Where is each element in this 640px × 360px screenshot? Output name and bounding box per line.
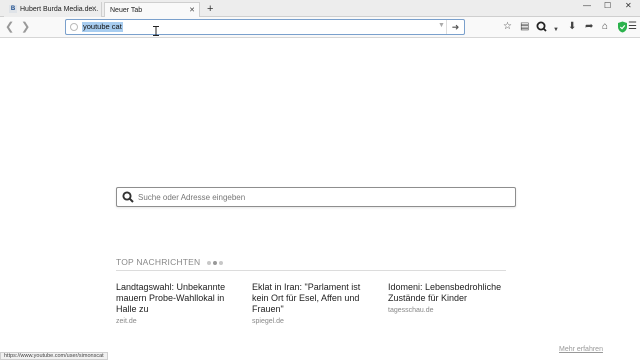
news-item[interactable]: Idomeni: Lebensbedrohliche Zustände für … (388, 282, 508, 314)
news-divider (116, 270, 506, 271)
news-item[interactable]: Eklat in Iran: "Parlament ist kein Ort f… (252, 282, 372, 325)
download-icon[interactable]: ⬇ (568, 21, 576, 33)
pager-dot[interactable] (219, 261, 223, 265)
forward-icon[interactable]: ❯ (21, 20, 30, 34)
close-tab-icon[interactable]: ✕ (91, 2, 97, 17)
bookmark-star-icon[interactable]: ☆ (503, 21, 512, 33)
learn-more-link[interactable]: Mehr erfahren (559, 346, 603, 353)
go-arrow-icon[interactable]: ➜ (446, 20, 464, 34)
navigation-bar: ❮ ❯ youtube cat ▼ ➜ ☆ ▤ ▼ ⬇ ➦ ⌂ ☰ (0, 17, 640, 38)
tab-hubert-burda[interactable]: B Hubert Burda Media.de... ✕ (4, 2, 102, 17)
reading-list-icon[interactable]: ▤ (520, 21, 529, 33)
news-item[interactable]: Landtagswahl: Unbekannte mauern Probe-Wa… (116, 282, 236, 325)
share-icon[interactable]: ➦ (585, 21, 593, 33)
tab-favicon: B (9, 5, 17, 14)
address-input[interactable]: youtube cat (82, 22, 123, 32)
news-item-source: spiegel.de (252, 318, 284, 325)
news-item-source: tagesschau.de (388, 307, 434, 314)
shield-icon[interactable] (605, 21, 627, 37)
news-heading: TOP NACHRICHTEN (116, 257, 201, 267)
search-icon (122, 191, 134, 203)
status-url: https://www.youtube.com/user/simonscat (0, 352, 108, 360)
new-tab-button[interactable]: + (207, 3, 213, 15)
close-tab-icon[interactable]: ✕ (189, 3, 195, 18)
text-cursor-icon (153, 26, 159, 36)
news-item-title[interactable]: Eklat in Iran: "Parlament ist kein Ort f… (252, 282, 372, 315)
search-box[interactable]: Suche oder Adresse eingeben (116, 187, 516, 207)
search-engine-icon[interactable] (536, 21, 547, 36)
news-item-title[interactable]: Landtagswahl: Unbekannte mauern Probe-Wa… (116, 282, 236, 315)
tab-label: Neuer Tab (110, 7, 143, 14)
history-dropdown-icon[interactable]: ▼ (438, 22, 445, 29)
news-item-title[interactable]: Idomeni: Lebensbedrohliche Zustände für … (388, 282, 508, 304)
address-bar[interactable]: youtube cat ▼ ➜ (65, 19, 465, 35)
pager-dot[interactable] (207, 261, 211, 265)
maximize-icon[interactable]: ☐ (604, 1, 611, 10)
window-close-icon[interactable]: ✕ (625, 1, 632, 10)
tab-label: Hubert Burda Media.de... (20, 6, 99, 13)
tab-new-tab[interactable]: Neuer Tab ✕ (104, 2, 200, 18)
back-icon[interactable]: ❮ (5, 20, 14, 34)
search-dropdown-icon[interactable]: ▼ (553, 24, 559, 36)
news-item-source: zeit.de (116, 318, 137, 325)
menu-icon[interactable]: ☰ (628, 21, 637, 33)
site-info-icon[interactable] (70, 23, 78, 31)
minimize-icon[interactable]: — (583, 1, 591, 10)
search-input[interactable]: Suche oder Adresse eingeben (138, 192, 245, 203)
pager-dot-active[interactable] (213, 261, 217, 265)
tab-strip: B Hubert Burda Media.de... ✕ Neuer Tab ✕ … (0, 0, 640, 18)
